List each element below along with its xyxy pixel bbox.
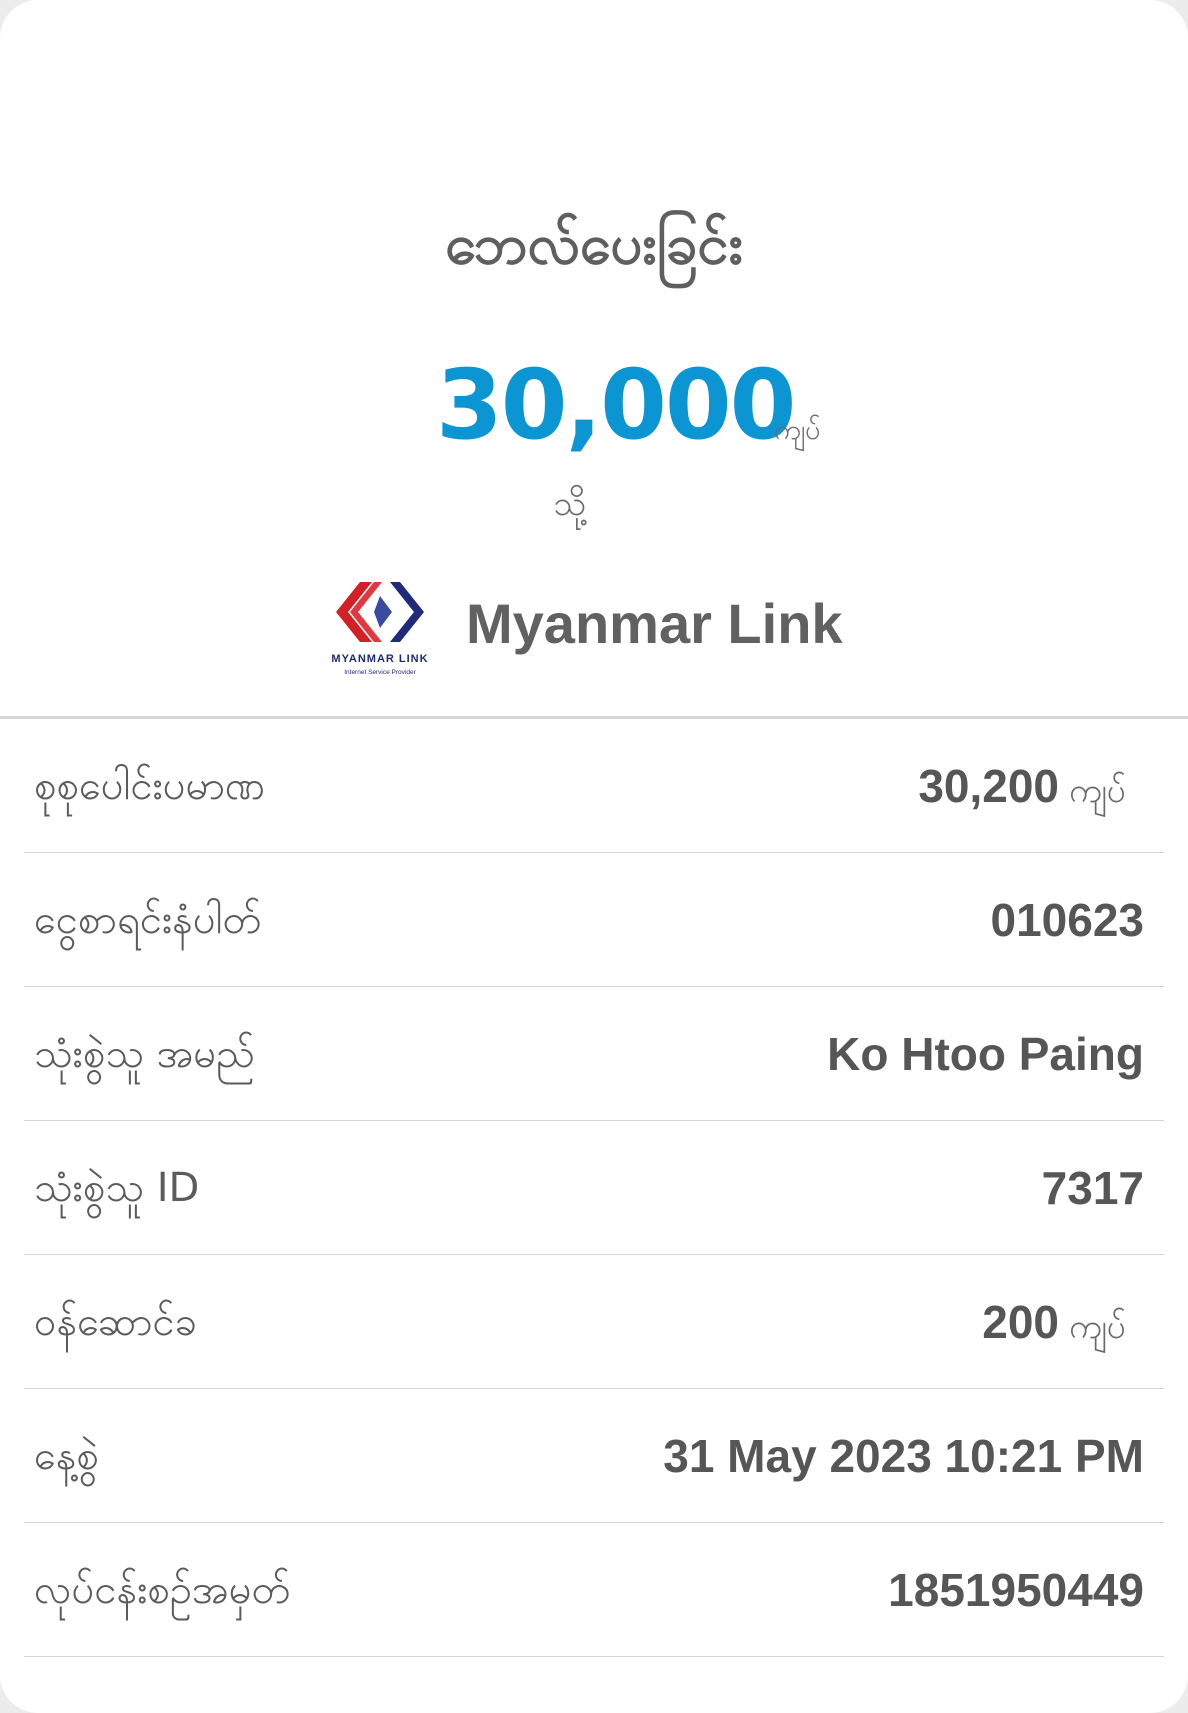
receipt-card: ဘေလ်ပေးခြင်း 30,000 ကျပ် သို့ MYANMAR LI… [0,0,1188,1713]
detail-row-date: နေ့စွဲ 31 May 2023 10:21 PM [24,1389,1164,1523]
currency-unit: ကျပ် [1069,1307,1126,1347]
detail-row-transaction-id: လုပ်ငန်းစဉ်အမှတ် 1851950449 [24,1523,1164,1657]
date-value: 31 May 2023 10:21 PM [663,1430,1144,1482]
detail-row-customer-id: သုံးစွဲသူ ID 7317 [24,1121,1164,1255]
service-fee-value: 200 [982,1296,1060,1348]
to-label: သို့ [553,484,587,524]
account-number-value: 010623 [990,894,1145,946]
detail-value: 30,200 ကျပ် [918,719,1144,858]
page-title: ဘေလ်ပေးခြင်း [445,212,743,277]
receipt-header: ဘေလ်ပေးခြင်း 30,000 ကျပ် သို့ MYANMAR LI… [0,0,1188,717]
myanmar-link-logo-icon: MYANMAR LINK Internet Service Provider [320,574,440,684]
customer-id-value: 7317 [1041,1162,1144,1214]
total-amount-value: 30,200 [918,760,1060,812]
details-list: စုစုပေါင်းပမာဏ 30,200 ကျပ် ငွေစာရင်းနံပါတ… [24,719,1164,1657]
transaction-id-value: 1851950449 [888,1564,1144,1616]
detail-row-total-amount: စုစုပေါင်းပမာဏ 30,200 ကျပ် [24,719,1164,853]
detail-label: သုံးစွဲသူ အမည် [34,1031,255,1077]
amount-row: 30,000 ကျပ် [0,340,1188,470]
logo-tagline: Internet Service Provider [344,669,416,676]
detail-label: နေ့စွဲ [34,1433,99,1479]
payment-amount: 30,000 [436,349,796,461]
amount-unit: ကျပ် [774,413,821,446]
detail-value: 200 ကျပ် [982,1255,1144,1394]
detail-row-customer-name: သုံးစွဲသူ အမည် Ko Htoo Paing [24,987,1164,1121]
detail-label: သုံးစွဲသူ ID [34,1165,200,1211]
customer-name-value: Ko Htoo Paing [827,1028,1144,1080]
logo-brand-text: MYANMAR LINK [331,653,428,665]
currency-unit: ကျပ် [1069,771,1126,811]
detail-label: ဝန်ဆောင်ခ [34,1299,198,1345]
detail-label: ငွေစာရင်းနံပါတ် [34,897,262,943]
detail-row-account-number: ငွေစာရင်းနံပါတ် 010623 [24,853,1164,987]
merchant: MYANMAR LINK Internet Service Provider M… [320,574,880,684]
merchant-name: Myanmar Link [466,592,843,655]
detail-row-service-fee: ဝန်ဆောင်ခ 200 ကျပ် [24,1255,1164,1389]
detail-label: လုပ်ငန်းစဉ်အမှတ် [34,1567,291,1613]
detail-label: စုစုပေါင်းပမာဏ [34,763,266,809]
